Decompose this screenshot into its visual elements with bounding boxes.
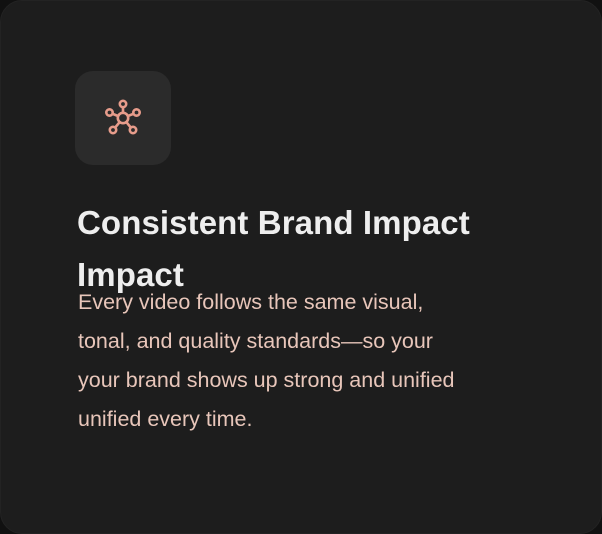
description-line-2: tonal, and quality standards—so your: [78, 329, 433, 353]
description-line-4: unified every time.: [78, 407, 253, 431]
card-description: Every video follows the same visual, ton…: [78, 283, 578, 439]
icon-tile: [75, 71, 171, 165]
network-hub-icon: [103, 98, 143, 138]
card-title-line-1: Consistent Brand Impact: [77, 204, 470, 241]
description-line-1: Every video follows the same visual,: [78, 290, 424, 314]
feature-card: Consistent Brand Impact Impact Every vid…: [0, 0, 602, 534]
description-line-3: your brand shows up strong and unified: [78, 368, 455, 392]
